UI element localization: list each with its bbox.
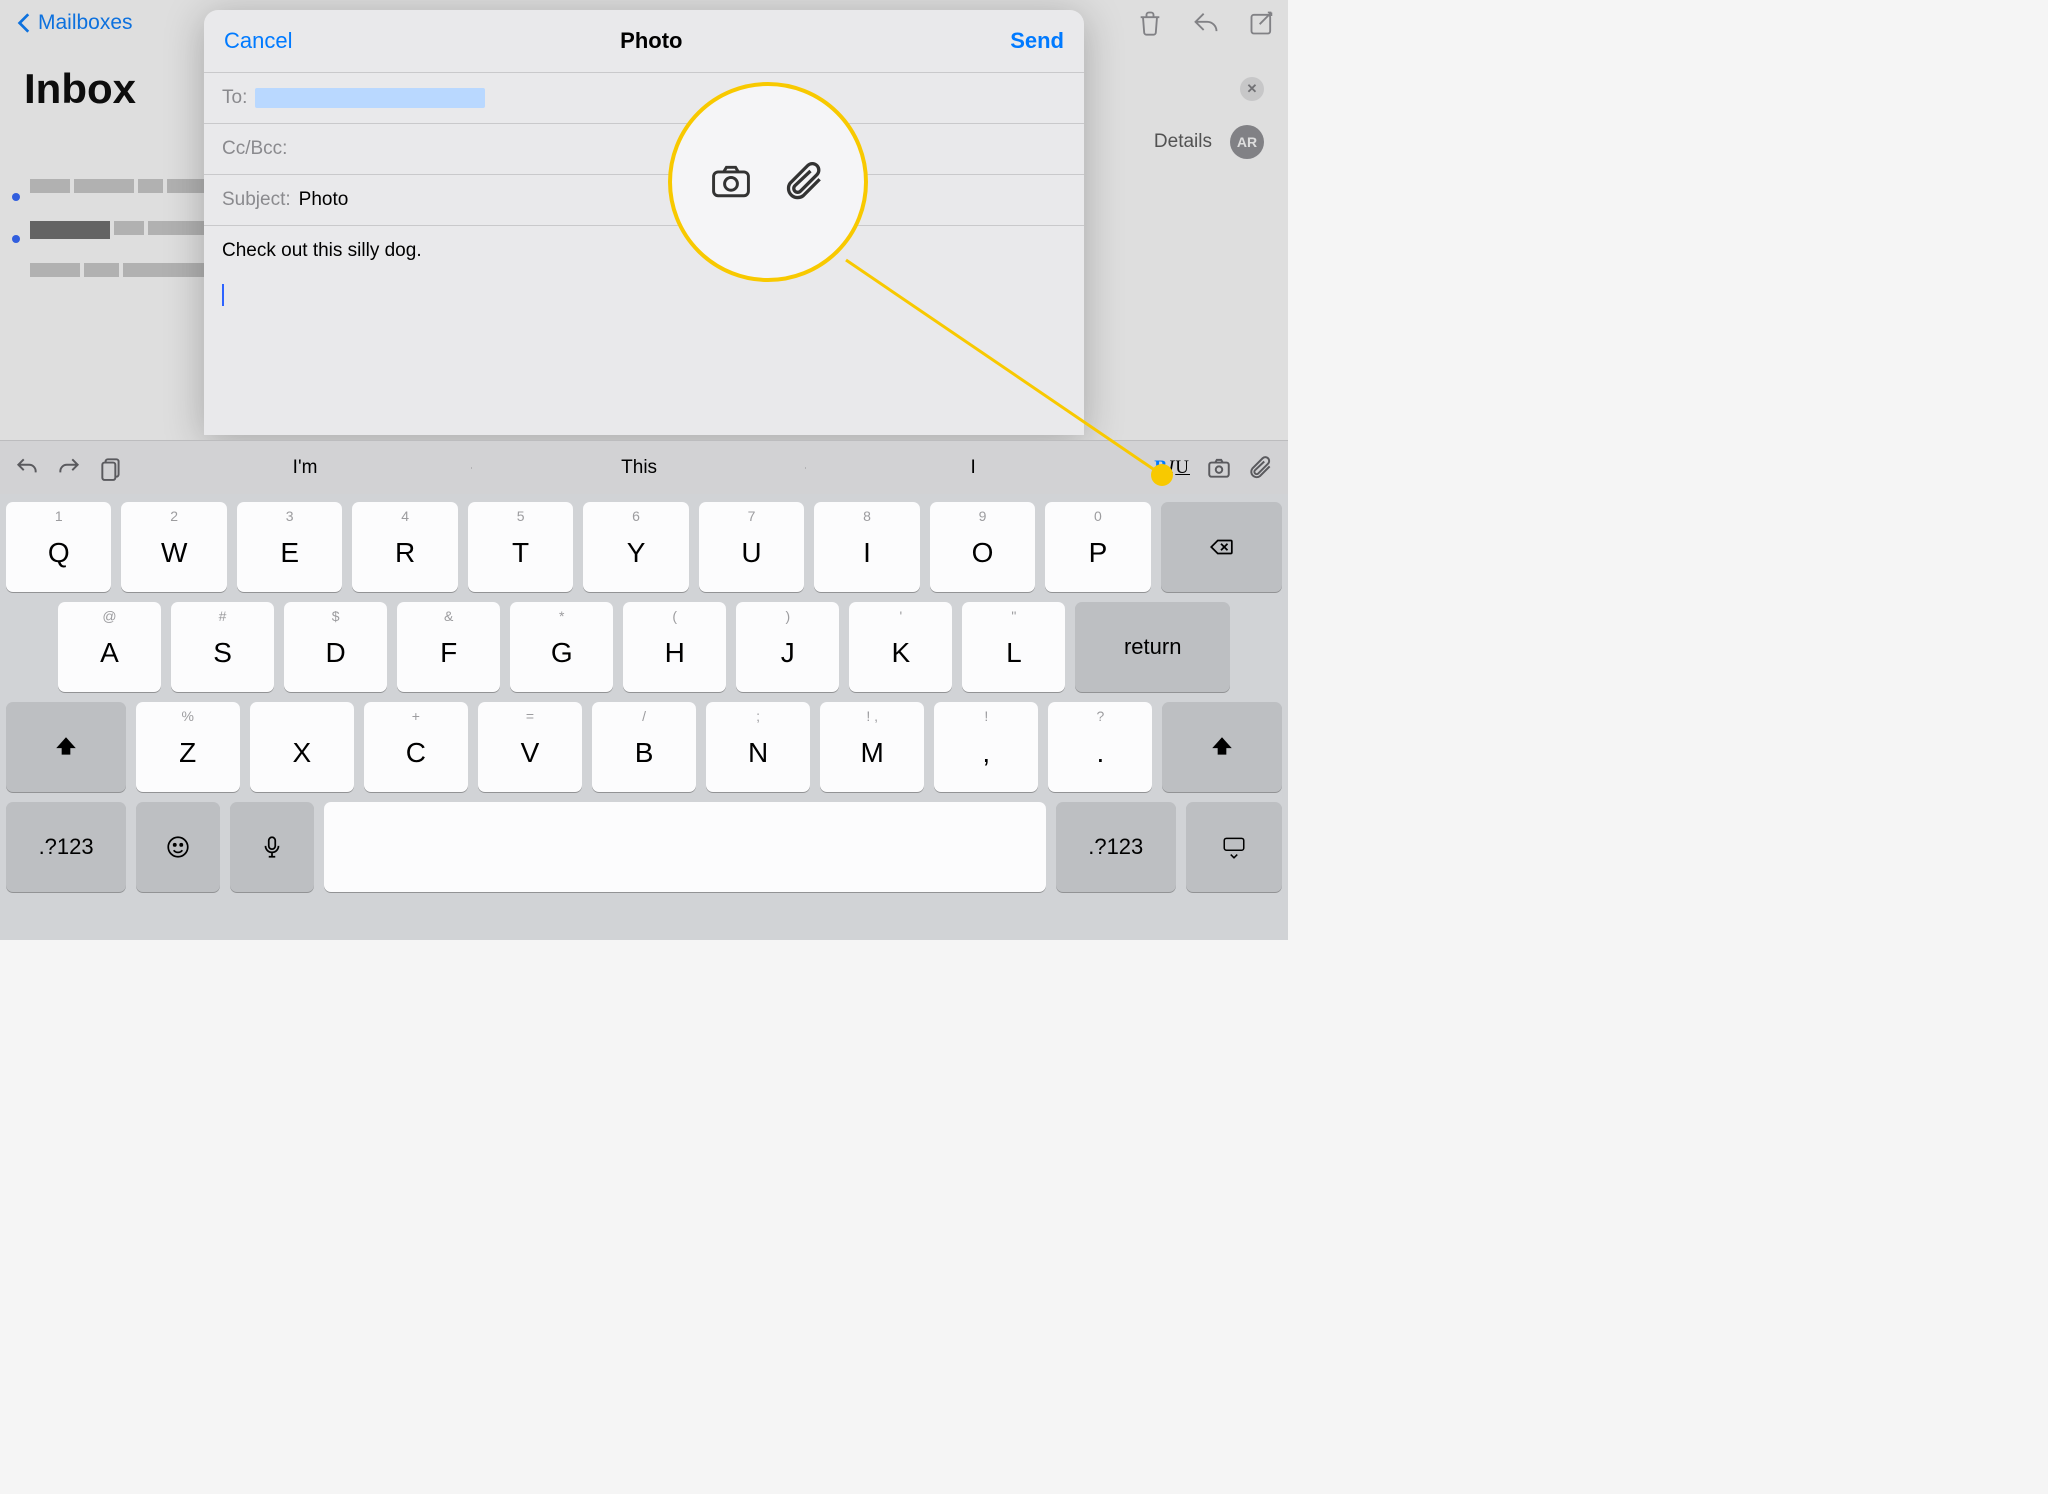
- compose-header: Cancel Photo Send: [204, 10, 1084, 72]
- key-a[interactable]: @A: [58, 602, 161, 692]
- key-g[interactable]: *G: [510, 602, 613, 692]
- key-s[interactable]: #S: [171, 602, 274, 692]
- hide-keyboard-key[interactable]: [1186, 802, 1282, 892]
- camera-icon[interactable]: [1206, 455, 1232, 481]
- key-v[interactable]: =V: [478, 702, 582, 792]
- undo-icon[interactable]: [14, 455, 40, 481]
- redo-icon[interactable]: [56, 455, 82, 481]
- microphone-icon: [259, 834, 285, 860]
- key-period[interactable]: ?.: [1048, 702, 1152, 792]
- suggestion-2[interactable]: This: [472, 457, 806, 479]
- compose-sheet: Cancel Photo Send To: Cc/Bcc: Subject: P…: [204, 10, 1084, 435]
- key-b[interactable]: /B: [592, 702, 696, 792]
- key-z[interactable]: %Z: [136, 702, 240, 792]
- cancel-button[interactable]: Cancel: [224, 28, 292, 54]
- to-label: To:: [222, 87, 247, 109]
- keyboard-row-1: 1Q 2W 3E 4R 5T 6Y 7U 8I 9O 0P: [6, 502, 1282, 592]
- keyboard-row-3: %Z X +C =V /B ;N ! ,M !, ?.: [6, 702, 1282, 792]
- key-i[interactable]: 8I: [814, 502, 919, 592]
- return-key[interactable]: return: [1075, 602, 1230, 692]
- to-recipient-redacted: [255, 88, 485, 108]
- keyboard-row-2: @A #S $D &F *G (H )J 'K "L return: [6, 602, 1282, 692]
- on-screen-keyboard: 1Q 2W 3E 4R 5T 6Y 7U 8I 9O 0P @A #S $D &…: [0, 494, 1288, 940]
- suggestion-1[interactable]: I'm: [138, 457, 472, 479]
- key-m[interactable]: ! ,M: [820, 702, 924, 792]
- emoji-key[interactable]: [136, 802, 220, 892]
- key-e[interactable]: 3E: [237, 502, 342, 592]
- magnifier-callout: [668, 82, 868, 282]
- backspace-icon: [1208, 534, 1234, 560]
- key-comma[interactable]: !,: [934, 702, 1038, 792]
- cc-bcc-label: Cc/Bcc:: [222, 138, 287, 160]
- shift-key-left[interactable]: [6, 702, 126, 792]
- subject-value: Photo: [299, 189, 349, 211]
- shift-icon: [1209, 734, 1235, 760]
- suggestion-strip: I'm This I: [138, 457, 1140, 479]
- suggestion-3[interactable]: I: [806, 457, 1140, 479]
- dictation-key[interactable]: [230, 802, 314, 892]
- attachment-icon: [783, 160, 827, 204]
- key-j[interactable]: )J: [736, 602, 839, 692]
- symbols-key-left[interactable]: .?123: [6, 802, 126, 892]
- keyboard-row-4: .?123 .?123: [6, 802, 1282, 892]
- key-n[interactable]: ;N: [706, 702, 810, 792]
- body-textarea[interactable]: Check out this silly dog.: [204, 226, 1084, 326]
- key-r[interactable]: 4R: [352, 502, 457, 592]
- space-key[interactable]: [324, 802, 1045, 892]
- compose-title: Photo: [620, 28, 682, 54]
- key-w[interactable]: 2W: [121, 502, 226, 592]
- key-q[interactable]: 1Q: [6, 502, 111, 592]
- shift-icon: [53, 734, 79, 760]
- quicktype-bar: I'm This I BIU: [0, 440, 1288, 494]
- key-o[interactable]: 9O: [930, 502, 1035, 592]
- key-l[interactable]: "L: [962, 602, 1065, 692]
- key-u[interactable]: 7U: [699, 502, 804, 592]
- to-field[interactable]: To:: [204, 72, 1084, 123]
- key-p[interactable]: 0P: [1045, 502, 1150, 592]
- send-button[interactable]: Send: [1010, 28, 1064, 54]
- key-c[interactable]: +C: [364, 702, 468, 792]
- symbols-key-right[interactable]: .?123: [1056, 802, 1176, 892]
- body-text: Check out this silly dog.: [222, 240, 1066, 262]
- camera-icon: [709, 160, 753, 204]
- clipboard-icon[interactable]: [98, 455, 124, 481]
- key-k[interactable]: 'K: [849, 602, 952, 692]
- attachment-icon[interactable]: [1248, 455, 1274, 481]
- subject-label: Subject:: [222, 189, 291, 211]
- emoji-icon: [165, 834, 191, 860]
- key-y[interactable]: 6Y: [583, 502, 688, 592]
- key-d[interactable]: $D: [284, 602, 387, 692]
- keyboard-hide-icon: [1221, 834, 1247, 860]
- text-cursor: [222, 284, 224, 306]
- cc-bcc-field[interactable]: Cc/Bcc:: [204, 123, 1084, 174]
- subject-field[interactable]: Subject: Photo: [204, 174, 1084, 226]
- backspace-key[interactable]: [1161, 502, 1282, 592]
- key-h[interactable]: (H: [623, 602, 726, 692]
- highlight-marker: [1151, 464, 1173, 486]
- key-t[interactable]: 5T: [468, 502, 573, 592]
- shift-key-right[interactable]: [1162, 702, 1282, 792]
- key-f[interactable]: &F: [397, 602, 500, 692]
- key-x[interactable]: X: [250, 702, 354, 792]
